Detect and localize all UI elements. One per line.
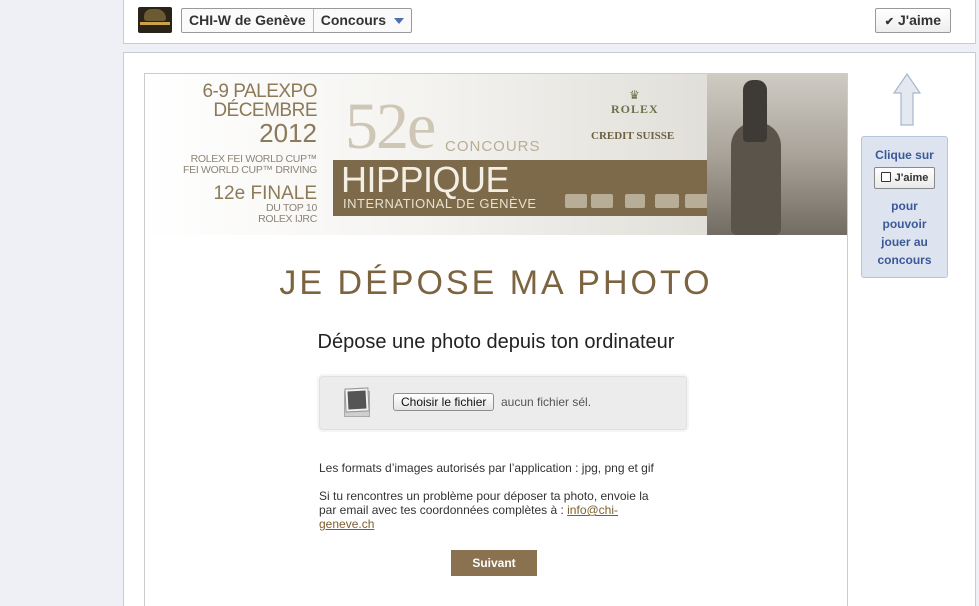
banner-event-info: 6-9 PALEXPO DÉCEMBRE 2012 ROLEX FEI WORL…	[165, 81, 318, 225]
banner-location: PALEXPO	[233, 81, 317, 102]
rider-image	[743, 80, 767, 142]
banner-world-cup-driving: FEI WORLD CUP™ DRIVING	[183, 164, 317, 176]
upload-instructions: Dépose une photo depuis ton ordinateur	[317, 331, 675, 353]
page-header: CHI-W de Genève Concours ✔ J'aime	[123, 0, 976, 44]
like-button-label: J'aime	[897, 12, 941, 28]
formats-info: Les formats d’images autorisés par l’app…	[319, 461, 654, 475]
banner-edition: 52e	[345, 90, 436, 163]
banner-international: INTERNATIONAL DE GENÈVE	[343, 196, 537, 211]
file-status: aucun fichier sél.	[501, 395, 592, 409]
sponsor-logo	[625, 194, 645, 208]
sponsor-rolex: ROLEX	[611, 102, 659, 116]
thumbs-up-icon	[880, 172, 891, 182]
upload-area: Choisir le fichier aucun fichier sél.	[319, 376, 687, 430]
tab-selector[interactable]: Concours	[314, 9, 411, 32]
banner-year: 2012	[259, 118, 317, 148]
problem-info: Si tu rencontres un problème pour dépose…	[319, 489, 669, 531]
banner-dates: 6-9	[202, 81, 229, 102]
like-prompt-line: concours	[877, 253, 932, 267]
rolex-crown-icon: ♛	[629, 88, 640, 102]
like-button[interactable]: ✔ J'aime	[874, 8, 951, 33]
tab-selector-label: Concours	[320, 12, 387, 28]
photo-icon	[342, 387, 372, 419]
sponsor-logo	[655, 194, 679, 208]
sponsor-logo	[591, 194, 613, 208]
banner-finale-number: 12e	[213, 183, 246, 204]
breadcrumb: CHI-W de Genève Concours	[181, 8, 413, 33]
choose-file-button[interactable]: Choisir le fichier	[393, 393, 495, 411]
like-prompt-line: jouer au	[881, 235, 928, 249]
app-content: 6-9 PALEXPO DÉCEMBRE 2012 ROLEX FEI WORL…	[144, 73, 848, 606]
like-prompt-top: Clique sur	[875, 148, 934, 162]
banner-concours: CONCOURS	[445, 138, 541, 155]
check-icon: ✔	[884, 16, 894, 28]
banner-finale: FINALE	[250, 183, 317, 204]
page-name-link[interactable]: CHI-W de Genève	[182, 9, 314, 32]
like-prompt: Clique sur J'aime pour pouvoir jouer au …	[861, 136, 948, 278]
event-banner: 6-9 PALEXPO DÉCEMBRE 2012 ROLEX FEI WORL…	[145, 74, 847, 235]
like-prompt-line: pour	[891, 199, 918, 213]
banner-hippique: HIPPIQUE	[341, 159, 510, 200]
chevron-down-icon	[394, 18, 405, 25]
banner-ijrc: ROLEX IJRC	[258, 213, 317, 225]
page-logo-icon[interactable]	[138, 7, 172, 33]
like-prompt-text: pour pouvoir jouer au concours	[862, 197, 947, 269]
page-title: JE DÉPOSE MA PHOTO	[279, 264, 713, 302]
next-button[interactable]: Suivant	[451, 550, 537, 576]
app-canvas: 6-9 PALEXPO DÉCEMBRE 2012 ROLEX FEI WORL…	[123, 52, 976, 606]
sponsor-logo	[565, 194, 587, 208]
prompt-like-label: J'aime	[894, 172, 929, 184]
like-prompt-line: pouvoir	[882, 217, 927, 231]
arrow-up-icon	[892, 73, 922, 126]
sponsor-credit-suisse: CREDIT SUISSE	[591, 130, 675, 142]
prompt-like-button[interactable]: J'aime	[873, 167, 936, 189]
